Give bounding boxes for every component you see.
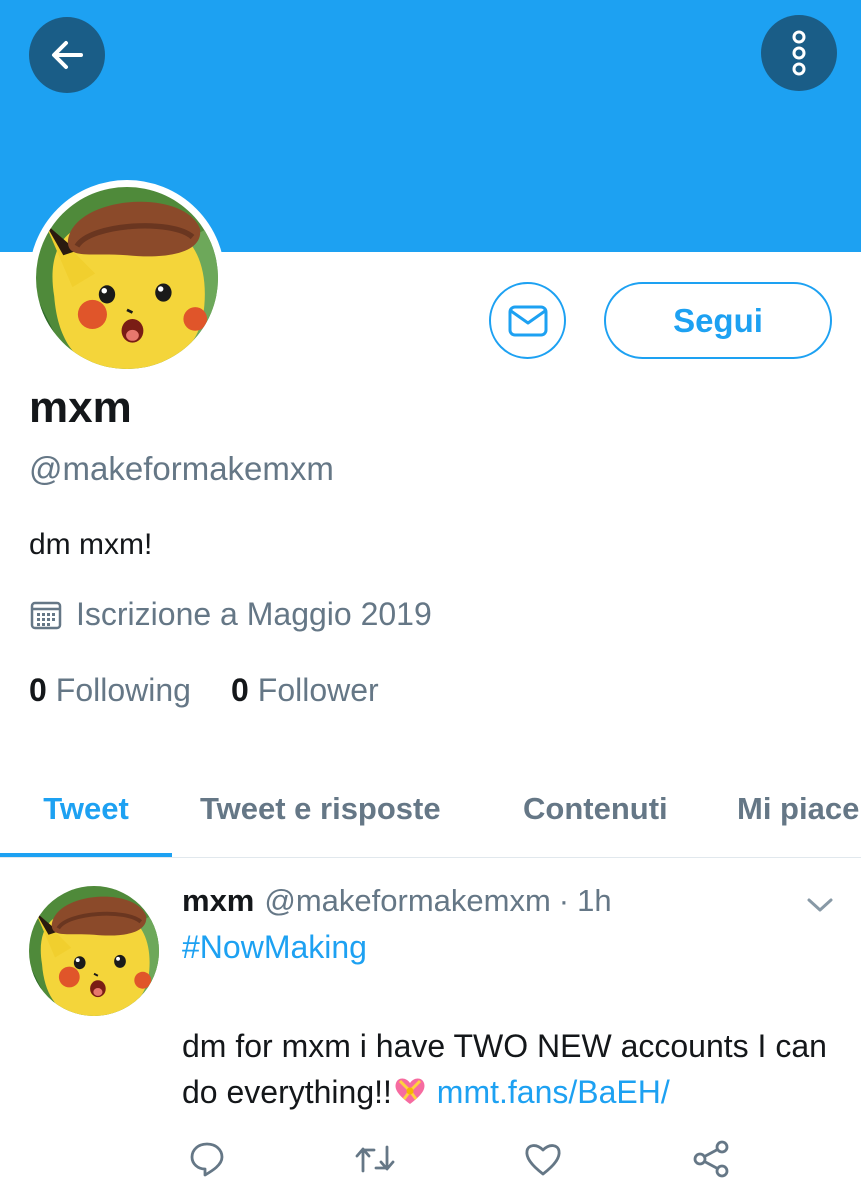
followers-link[interactable]: 0 Follower [231, 672, 379, 709]
profile-bio: dm mxm! [29, 528, 153, 561]
profile-tabs: Tweet Tweet e risposte Contenuti Mi piac… [0, 760, 861, 858]
tweet-link[interactable]: mmt.fans/BaEH/ [437, 1074, 670, 1110]
reply-button[interactable] [186, 1138, 228, 1180]
profile-handle: @makeformakemxm [29, 450, 334, 487]
tweet-avatar[interactable] [29, 886, 159, 1016]
tweet-time: 1h [577, 883, 612, 918]
arrow-left-icon [52, 41, 83, 69]
following-count: 0 [29, 672, 47, 708]
like-button[interactable] [522, 1138, 564, 1180]
reply-icon [190, 1142, 224, 1177]
tweet-separator: · [558, 883, 570, 918]
tweet-menu-button[interactable] [803, 892, 837, 918]
retweet-button[interactable] [354, 1138, 396, 1180]
join-date-text: Iscrizione a Maggio 2019 [76, 596, 432, 632]
profile-name: mxm [29, 383, 132, 432]
retweet-icon [355, 1145, 395, 1173]
more-options-button[interactable] [761, 15, 837, 91]
tab-tweet-e-risposte[interactable]: Tweet e risposte [200, 760, 441, 857]
heart-with-ribbon-icon [392, 1073, 428, 1105]
tab-contenuti[interactable]: Contenuti [523, 760, 668, 857]
tweet-header: mxm @makeformakemxm · 1h [182, 883, 612, 919]
back-button[interactable] [29, 17, 105, 93]
tweet-body: dm for mxm i have TWO NEW accounts I can… [182, 1023, 842, 1115]
follower-count: 0 [230, 672, 249, 708]
join-date: Iscrizione a Maggio 2019 [29, 596, 432, 633]
following-link[interactable]: 0 Following [29, 672, 191, 709]
follower-label: Follower [257, 672, 379, 708]
following-label: Following [55, 672, 191, 708]
chevron-down-icon [807, 898, 833, 912]
like-icon [525, 1144, 561, 1176]
follow-button[interactable]: Segui [604, 282, 832, 359]
share-button[interactable] [690, 1138, 732, 1180]
tweet-author-handle[interactable]: @makeformakemxm [264, 883, 550, 919]
share-icon [693, 1140, 729, 1178]
tab-mi-piace[interactable]: Mi piace [737, 760, 859, 857]
calendar-icon [29, 598, 63, 632]
mail-icon [508, 305, 547, 336]
profile-avatar[interactable] [29, 180, 225, 376]
profile-stats: 0 Following 0 Follower [29, 672, 379, 709]
message-button[interactable] [489, 282, 566, 359]
tweet-author-name[interactable]: mxm [182, 883, 254, 919]
more-vertical-icon [792, 30, 806, 76]
tab-tweet[interactable]: Tweet [0, 760, 172, 857]
tweet-hashtag[interactable]: #NowMaking [182, 929, 367, 966]
